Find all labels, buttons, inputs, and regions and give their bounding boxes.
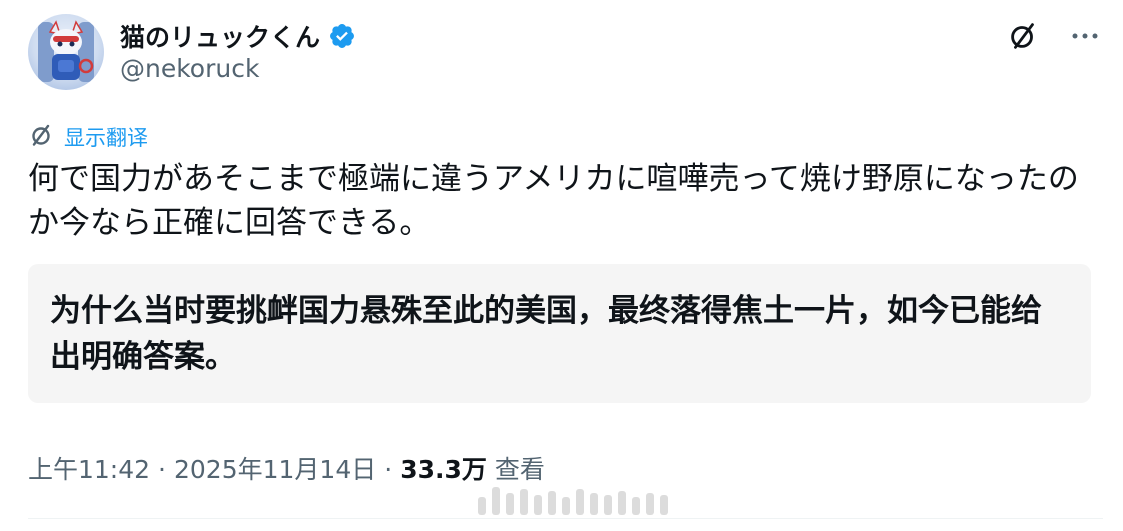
divider — [28, 518, 1103, 519]
translate-icon — [28, 122, 54, 152]
verified-badge-icon — [328, 22, 356, 50]
tweet-text: 何で国力があそこまで極端に違うアメリカに喧嘩売って焼け野原になったのか今なら正確… — [28, 161, 1079, 241]
more-icon[interactable] — [1067, 18, 1103, 54]
translation-text: 为什么当时要挑衅国力悬殊至此的美国，最终落得焦土一片，如今已能给出明确答案。 — [50, 293, 1042, 375]
tweet-header: 猫のリュックくん @nekoruck — [28, 12, 1103, 92]
tweet-date[interactable]: 2025年11月14日 — [174, 450, 376, 486]
display-name[interactable]: 猫のリュックくん — [120, 18, 320, 54]
views-count: 33.3万 — [400, 455, 487, 484]
show-translation-link[interactable]: 显示翻译 — [28, 122, 148, 152]
separator: · — [158, 455, 166, 484]
header-actions — [1005, 18, 1103, 54]
avatar[interactable] — [28, 14, 104, 90]
translate-icon[interactable] — [1005, 18, 1041, 54]
views-label: 查看 — [494, 455, 545, 484]
name-row: 猫のリュックくん — [120, 18, 356, 54]
user-handle[interactable]: @nekoruck — [120, 54, 259, 83]
tweet-meta: 上午11:42 · 2025年11月14日 · 33.3万 查看 — [28, 450, 545, 486]
show-translation-label[interactable]: 显示翻译 — [64, 122, 148, 152]
translation-box: 为什么当时要挑衅国力悬殊至此的美国，最终落得焦土一片，如今已能给出明确答案。 — [28, 264, 1091, 403]
separator: · — [384, 455, 393, 484]
tweet-time[interactable]: 上午11:42 — [28, 450, 150, 486]
watermark-bars-icon — [478, 487, 668, 515]
